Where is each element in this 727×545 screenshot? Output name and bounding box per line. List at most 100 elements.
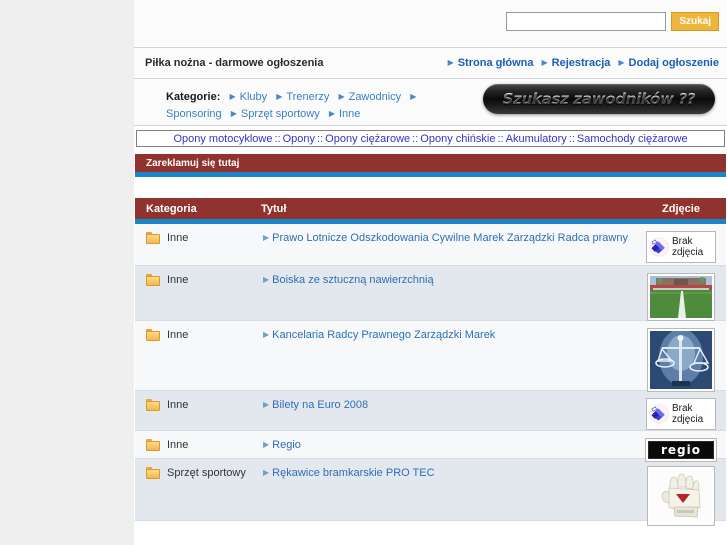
folder-icon: [146, 274, 160, 286]
broken-image-icon: [649, 237, 669, 257]
row-thumbnail-cell: [636, 466, 726, 526]
chevron-right-icon: ▶: [263, 275, 270, 284]
chevron-right-icon: ▶: [263, 330, 270, 339]
advertise-bar-label: Zareklamuj się tutaj: [146, 157, 240, 169]
partner-links-inner: Opony motocyklowe:: Opony:: Opony ciężarow…: [173, 133, 687, 145]
row-category-label: Inne: [167, 439, 189, 451]
partner-link-akumulatory[interactable]: Akumulatory: [506, 133, 567, 145]
column-header-category: Kategoria: [146, 202, 197, 215]
chevron-right-icon: ▶: [328, 109, 335, 118]
chevron-right-icon: ▶: [230, 109, 237, 118]
no-photo-label: Brak zdjęcia: [672, 403, 704, 425]
row-category-label: Sprzęt sportowy: [167, 467, 246, 479]
advertise-bar-wrap: Zareklamuj się tutaj: [135, 154, 726, 177]
row-category-cell: Inne: [135, 231, 259, 244]
link-separator: ::: [412, 132, 419, 145]
table-row[interactable]: Inne ▶ Kancelaria Radcy Prawnego Zarządzk…: [135, 321, 726, 392]
row-title-link[interactable]: Rękawice bramkarskie PRO TEC: [272, 467, 434, 479]
column-header-title: Tytuł: [261, 202, 287, 215]
chevron-right-icon: ▶: [263, 400, 270, 409]
folder-icon: [146, 329, 160, 341]
column-header-image: Zdjęcie: [662, 202, 700, 215]
row-thumbnail-cell: Brak zdjęcia: [636, 398, 726, 430]
search-form: Szukaj: [506, 12, 719, 31]
nav-link-add-listing[interactable]: Dodaj ogłoszenie: [629, 57, 719, 69]
thumbnail-frame: Brak zdjęcia: [646, 398, 716, 430]
link-separator: ::: [317, 132, 324, 145]
table-row[interactable]: Inne ▶ Regio regio: [135, 431, 726, 462]
partner-link-opony[interactable]: Opony: [283, 133, 315, 145]
row-title-link[interactable]: Kancelaria Radcy Prawnego Zarządzki Mare…: [272, 329, 495, 341]
regio-logo: regio: [648, 441, 714, 459]
no-photo-placeholder: Brak zdjęcia: [649, 401, 713, 427]
link-separator: ::: [497, 132, 504, 145]
category-link-inne[interactable]: Inne: [339, 108, 360, 120]
advertise-bar[interactable]: Zareklamuj się tutaj: [135, 154, 726, 172]
folder-icon: [146, 467, 160, 479]
row-category-cell: Inne: [135, 438, 259, 451]
site-title-bar: Piłka nożna - darmowe ogłoszenia ▶ Stron…: [134, 48, 727, 79]
chevron-right-icon: ▶: [263, 468, 270, 477]
promo-banner[interactable]: Szukasz zawodników ??: [483, 84, 715, 114]
site-title: Piłka nożna - darmowe ogłoszenia: [145, 57, 324, 69]
category-link-sprzet-sportowy[interactable]: Sprzęt sportowy: [241, 108, 320, 120]
thumbnail-frame: regio: [645, 438, 717, 462]
categories-list: Kategorie: ▶ Kluby ▶ Trenerzy ▶ Zawodnicy ▶…: [166, 89, 476, 123]
broken-image-icon: [649, 404, 669, 424]
table-row[interactable]: Inne ▶ Boiska ze sztuczną nawierzchnią: [135, 266, 726, 321]
category-link-trenerzy[interactable]: Trenerzy: [286, 91, 329, 103]
thumbnail-frame: [647, 273, 715, 321]
category-link-zawodnicy[interactable]: Zawodnicy: [349, 91, 402, 103]
no-photo-label: Brak zdjęcia: [672, 236, 704, 258]
row-thumbnail-cell: regio: [636, 438, 726, 462]
row-title-cell: ▶ Bilety na Euro 2008: [259, 398, 636, 411]
row-title-link[interactable]: Prawo Lotnicze Odszkodowania Cywilne Mar…: [272, 232, 628, 244]
row-category-label: Inne: [167, 329, 189, 341]
table-row[interactable]: Inne ▶ Prawo Lotnicze Odszkodowania Cywil…: [135, 224, 726, 266]
row-title-link[interactable]: Boiska ze sztuczną nawierzchnią: [272, 274, 433, 286]
listings-table: Kategoria Tytuł Zdjęcie Inne ▶ Prawo Lotn…: [135, 198, 726, 526]
football-pitch-photo: [650, 276, 712, 318]
folder-icon: [146, 232, 160, 244]
top-search-bar: Szukaj: [134, 0, 727, 48]
row-title-link[interactable]: Regio: [272, 439, 301, 451]
row-category-label: Inne: [167, 399, 189, 411]
row-title-cell: ▶ Rękawice bramkarskie PRO TEC: [259, 466, 636, 479]
partner-links-bar: Opony motocyklowe:: Opony:: Opony ciężarow…: [136, 130, 725, 147]
search-input[interactable]: [506, 12, 667, 31]
row-category-label: Inne: [167, 232, 189, 244]
chevron-right-icon: ▶: [338, 92, 345, 101]
chevron-right-icon: ▶: [618, 57, 625, 67]
table-row[interactable]: Sprzęt sportowy ▶ Rękawice bramkarskie PR…: [135, 459, 726, 526]
row-title-cell: ▶ Boiska ze sztuczną nawierzchnią: [259, 273, 636, 286]
category-link-kluby[interactable]: Kluby: [240, 91, 268, 103]
search-submit-button[interactable]: Szukaj: [671, 12, 719, 31]
promo-banner-text: Szukasz zawodników ??: [502, 90, 696, 108]
folder-icon: [146, 439, 160, 451]
row-category-cell: Inne: [135, 328, 259, 341]
chevron-right-icon: ▶: [263, 233, 270, 242]
partner-link-opony-ciezarowe[interactable]: Opony ciężarowe: [325, 133, 410, 145]
chevron-right-icon: ▶: [541, 57, 548, 67]
partner-link-opony-motocyklowe[interactable]: Opony motocyklowe: [173, 133, 272, 145]
category-link-sponsoring[interactable]: Sponsoring: [166, 108, 222, 120]
thumbnail-frame: [647, 466, 715, 526]
partner-link-opony-chinskie[interactable]: Opony chińskie: [420, 133, 495, 145]
row-title-link[interactable]: Bilety na Euro 2008: [272, 399, 368, 411]
partner-link-samochody-ciezarowe[interactable]: Samochody ciężarowe: [577, 133, 688, 145]
row-category-cell: Inne: [135, 398, 259, 411]
categories-bar: Kategorie: ▶ Kluby ▶ Trenerzy ▶ Zawodnicy ▶…: [134, 79, 727, 126]
table-row[interactable]: Inne ▶ Bilety na Euro 2008 Brak zdjęcia: [135, 391, 726, 431]
row-title-cell: ▶ Regio: [259, 438, 636, 451]
row-category-label: Inne: [167, 274, 189, 286]
nav-link-home[interactable]: Strona główna: [458, 57, 534, 69]
chevron-right-icon: ▶: [410, 92, 417, 101]
nav-link-register[interactable]: Rejestracja: [552, 57, 611, 69]
chevron-right-icon: ▶: [263, 440, 270, 449]
row-title-cell: ▶ Kancelaria Radcy Prawnego Zarządzki Mar…: [259, 328, 636, 341]
table-header-row: Kategoria Tytuł Zdjęcie: [135, 198, 726, 219]
thumbnail-frame: Brak zdjęcia: [646, 231, 716, 263]
chevron-right-icon: ▶: [447, 57, 454, 67]
goalkeeper-glove-photo: [650, 469, 712, 523]
no-photo-placeholder: Brak zdjęcia: [649, 234, 713, 260]
